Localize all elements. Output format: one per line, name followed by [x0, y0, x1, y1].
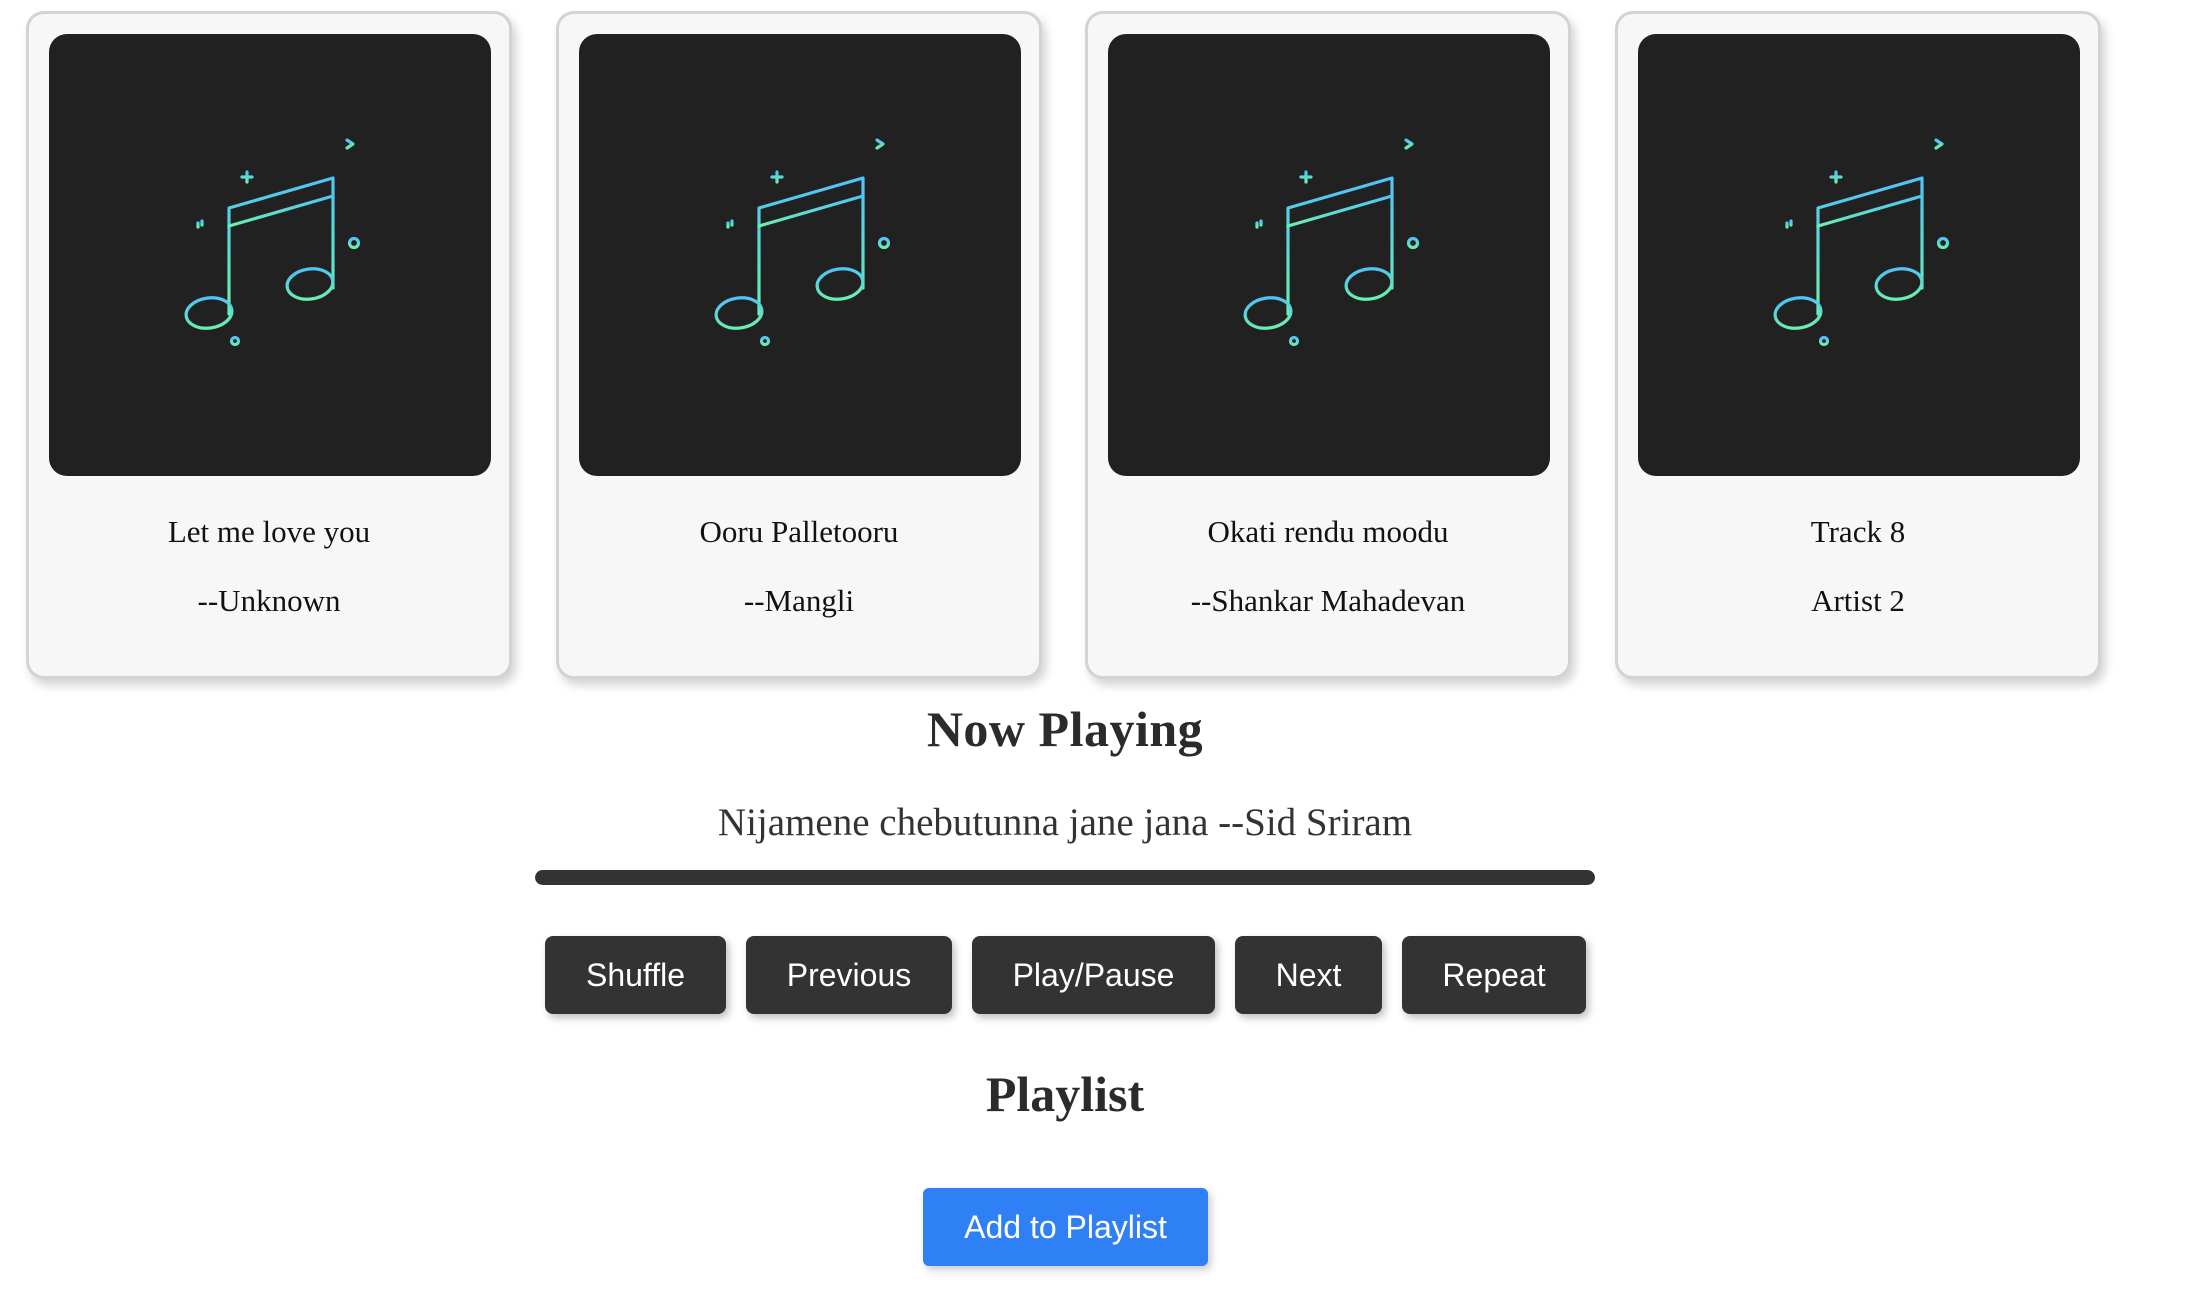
now-playing-heading: Now Playing [926, 701, 1204, 757]
track-card[interactable]: Okati rendu moodu --Shankar Mahadevan [1085, 11, 1571, 679]
track-title: Okati rendu moodu [1207, 514, 1449, 549]
repeat-button[interactable]: Repeat [1402, 936, 1586, 1014]
now-playing-track: Nijamene chebutunna jane jana --Sid Srir… [717, 801, 1413, 844]
album-art [1108, 34, 1550, 476]
track-card[interactable]: Let me love you --Unknown [26, 11, 512, 679]
music-note-icon [714, 138, 891, 347]
add-to-playlist-button[interactable]: Add to Playlist [923, 1188, 1208, 1266]
play-pause-button[interactable]: Play/Pause [972, 936, 1215, 1014]
track-artist: Artist 2 [1811, 583, 1905, 618]
previous-button[interactable]: Previous [746, 936, 952, 1014]
album-art [1638, 34, 2080, 476]
progress-fill [535, 870, 1595, 885]
track-artist: --Unknown [197, 583, 341, 618]
track-artist: --Shankar Mahadevan [1190, 583, 1466, 618]
music-note-icon [184, 138, 361, 347]
shuffle-button[interactable]: Shuffle [545, 936, 726, 1014]
progress-bar[interactable] [535, 870, 1595, 885]
player-controls: Shuffle Previous Play/Pause Next Repeat [0, 936, 2130, 1014]
music-note-icon [1243, 138, 1420, 347]
playlist-heading: Playlist [985, 1066, 1145, 1122]
music-note-icon [1773, 138, 1950, 347]
track-card[interactable]: Track 8 Artist 2 [1615, 11, 2101, 679]
track-title: Ooru Palletooru [699, 514, 899, 549]
track-title: Let me love you [167, 514, 371, 549]
track-card[interactable]: Ooru Palletooru --Mangli [556, 11, 1042, 679]
album-art [579, 34, 1021, 476]
album-art [49, 34, 491, 476]
track-artist: --Mangli [743, 583, 855, 618]
track-title: Track 8 [1810, 514, 1906, 549]
track-cards: Let me love you --Unknown Ooru Palletoor… [0, 0, 2200, 690]
next-button[interactable]: Next [1235, 936, 1382, 1014]
